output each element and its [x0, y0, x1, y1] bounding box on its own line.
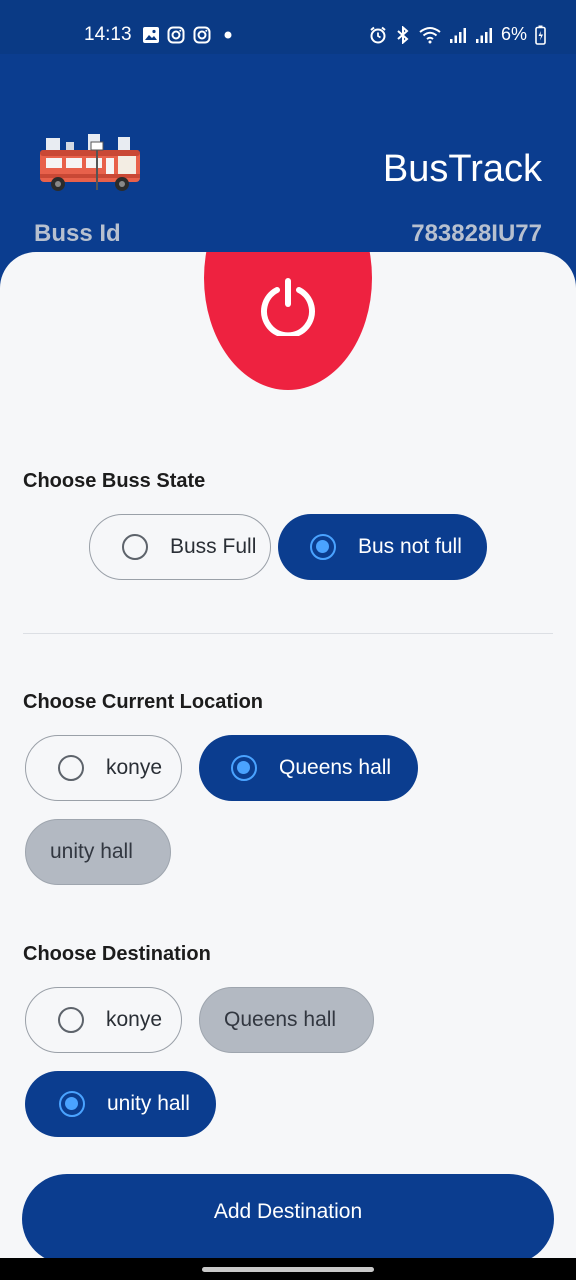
- status-bar: 14:13 6%: [0, 0, 576, 54]
- destination-option-konye[interactable]: konye: [25, 987, 182, 1053]
- chip-label: Bus not full: [358, 535, 462, 558]
- location-option-unity-hall[interactable]: unity hall: [25, 819, 171, 885]
- instagram-icon: [167, 26, 185, 44]
- bus-state-option-full[interactable]: Buss Full: [89, 514, 271, 580]
- home-gesture-handle[interactable]: [202, 1267, 374, 1272]
- status-right-group: 6%: [369, 24, 546, 45]
- radio-icon: [58, 1007, 84, 1033]
- power-button[interactable]: [204, 252, 372, 390]
- current-location-title: Choose Current Location: [23, 691, 264, 713]
- signal-icon: [449, 27, 466, 43]
- chip-label: Queens hall: [279, 756, 392, 779]
- signal-icon: [475, 27, 492, 43]
- destination-option-queens-hall[interactable]: Queens hall: [199, 987, 374, 1053]
- radio-icon: [58, 755, 84, 781]
- bluetooth-icon: [397, 25, 409, 44]
- chip-label: unity hall: [50, 840, 133, 863]
- radio-selected-icon: [59, 1091, 85, 1117]
- bus-id-label: Buss Id: [34, 220, 121, 247]
- add-destination-button[interactable]: Add Destination: [22, 1174, 554, 1258]
- power-icon: [261, 278, 315, 336]
- battery-charging-icon: [535, 25, 546, 45]
- dot-icon: [224, 31, 232, 39]
- chip-label: Buss Full: [170, 535, 257, 558]
- bus-id-value: 783828IU77: [411, 220, 542, 247]
- chip-label: konye: [106, 1008, 163, 1031]
- alarm-icon: [370, 26, 386, 43]
- content-sheet: Choose Buss State Buss Full Bus not full…: [0, 252, 576, 1258]
- battery-percent: 6%: [500, 24, 527, 44]
- bus-state-option-not-full[interactable]: Bus not full: [278, 514, 487, 580]
- bus-state-title: Choose Buss State: [23, 470, 206, 492]
- status-time: 14:13: [84, 24, 132, 45]
- location-option-queens-hall[interactable]: Queens hall: [199, 735, 418, 801]
- radio-selected-icon: [231, 755, 257, 781]
- chip-label: unity hall: [107, 1092, 190, 1115]
- radio-icon: [122, 534, 148, 560]
- bus-logo-icon: [40, 134, 140, 191]
- destination-option-unity-hall[interactable]: unity hall: [25, 1071, 216, 1137]
- chip-label: Queens hall: [224, 1008, 337, 1031]
- chip-label: konye: [106, 756, 163, 779]
- divider: [23, 633, 553, 634]
- instagram-icon: [193, 26, 211, 44]
- wifi-icon: [419, 26, 441, 43]
- gallery-icon: [143, 27, 159, 43]
- app-title: BusTrack: [382, 148, 542, 190]
- navigation-bar: [0, 1258, 576, 1280]
- radio-selected-icon: [310, 534, 336, 560]
- app-header: BusTrack Buss Id 783828IU77: [0, 54, 576, 274]
- location-option-konye[interactable]: konye: [25, 735, 182, 801]
- destination-title: Choose Destination: [23, 943, 211, 965]
